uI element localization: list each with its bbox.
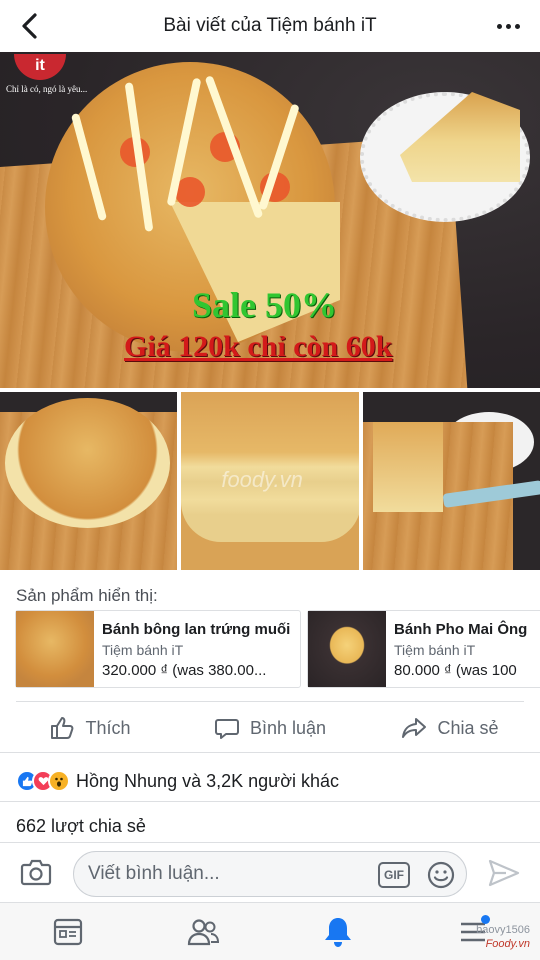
share-label: Chia sẻ (437, 717, 499, 738)
chevron-left-icon (22, 13, 37, 39)
send-icon (488, 859, 520, 887)
tab-menu[interactable]: baovy1506 Foody.vn (405, 903, 540, 960)
tab-news-feed[interactable] (0, 903, 135, 960)
sale-text: Sale 50% (192, 285, 338, 325)
thumbnail-1[interactable] (0, 392, 178, 570)
cake-top (5, 398, 170, 528)
more-icon (496, 23, 502, 29)
reactions-summary[interactable]: Hồng Nhung và 3,2K người khác (16, 764, 339, 798)
share-arrow-icon (402, 718, 427, 738)
thumbs-up-icon (51, 717, 74, 739)
product-card[interactable]: Bánh bông lan trứng muối Tiệm bánh iT 32… (15, 610, 301, 688)
product-price: 320.000 ₫ (was 380.00... (102, 662, 267, 679)
thumbnail-2[interactable]: foody.vn (181, 392, 359, 570)
divider (16, 701, 524, 702)
photo-thumbnails: foody.vn (0, 392, 540, 570)
tab-friends[interactable] (135, 903, 270, 960)
product-price: 80.000 ₫ (was 100 (394, 662, 517, 679)
like-button[interactable]: Thích (0, 704, 180, 752)
friends-icon (187, 918, 219, 945)
product-shop: Tiệm bánh iT (394, 642, 476, 658)
divider (0, 801, 540, 802)
comment-bar: GIF (0, 842, 540, 902)
product-image (308, 611, 386, 687)
page-title: Bài viết của Tiệm bánh iT (163, 15, 377, 36)
product-name: Bánh bông lan trứng muối (102, 621, 291, 638)
cake-slice (372, 422, 443, 512)
reaction-icons (16, 770, 70, 792)
more-icon-dot (514, 23, 520, 29)
photo-credit: baovy1506 Foody.vn (476, 923, 530, 951)
product-image (16, 611, 94, 687)
product-carousel[interactable]: Bánh bông lan trứng muối Tiệm bánh iT 32… (15, 610, 540, 690)
share-button[interactable]: Chia sẻ (360, 704, 540, 752)
bottom-navigation: baovy1506 Foody.vn (0, 902, 540, 960)
brand-logo: it (14, 54, 66, 80)
brand-tagline: Chỉ là có, ngó là yêu... (6, 84, 88, 94)
top-bar: Bài viết của Tiệm bánh iT (0, 0, 540, 52)
tab-notifications[interactable] (270, 903, 405, 960)
gif-button[interactable]: GIF (378, 862, 410, 888)
thumbnail-3[interactable] (362, 392, 540, 570)
main-photo[interactable]: it Chỉ là có, ngó là yêu... Sale 50% Giá… (0, 52, 540, 388)
more-icon-dot (505, 23, 511, 29)
camera-button[interactable] (20, 857, 52, 892)
products-label: Sản phẩm hiển thị: (16, 586, 158, 605)
action-bar: Thích Bình luận Chia sẻ (0, 704, 540, 752)
reactions-text: Hồng Nhung và 3,2K người khác (76, 770, 340, 791)
back-button[interactable] (12, 8, 48, 44)
credit-site: Foody.vn (485, 938, 530, 950)
share-count[interactable]: 662 lượt chia sẻ (16, 816, 146, 837)
send-button[interactable] (488, 859, 520, 892)
comment-icon (214, 719, 239, 739)
wow-reaction-icon (48, 770, 70, 792)
more-options-button[interactable] (490, 10, 526, 42)
comment-input-wrapper: GIF (73, 851, 467, 897)
like-label: Thích (85, 717, 131, 738)
product-card[interactable]: Bánh Pho Mai Ông Tiệm bánh iT 80.000 ₫ (… (307, 610, 540, 688)
divider (0, 752, 540, 753)
emoji-button[interactable] (426, 860, 456, 895)
smiley-icon (427, 861, 455, 889)
comment-label: Bình luận (249, 717, 327, 738)
product-shop: Tiệm bánh iT (102, 642, 184, 658)
news-feed-icon (53, 918, 82, 945)
credit-user: baovy1506 (476, 924, 530, 936)
comment-button[interactable]: Bình luận (180, 704, 360, 752)
bell-icon (324, 917, 351, 947)
price-text: Giá 120k chỉ còn 60k (124, 330, 393, 363)
product-name: Bánh Pho Mai Ông (394, 621, 528, 638)
watermark: foody.vn (221, 467, 303, 492)
comment-input[interactable] (88, 862, 358, 886)
camera-icon (20, 859, 52, 886)
